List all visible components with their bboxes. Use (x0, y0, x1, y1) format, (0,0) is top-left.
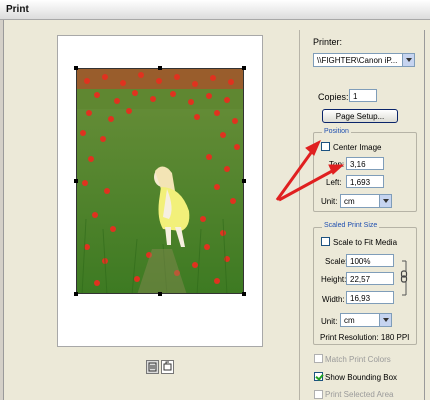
print-selected-area-checkbox[interactable] (314, 390, 323, 399)
position-unit-label: Unit: (321, 197, 338, 206)
copies-input[interactable]: 1 (349, 89, 377, 102)
window-right-border (424, 30, 425, 400)
resize-handle-bottom-left[interactable] (74, 292, 78, 296)
top-input[interactable]: 3,16 (346, 157, 384, 170)
match-print-colors-label: Match Print Colors (325, 355, 391, 364)
scale-to-fit-label: Scale to Fit Media (333, 238, 398, 247)
scaled-unit-value: cm (344, 316, 355, 325)
window-left-border (0, 20, 4, 400)
left-input[interactable]: 1,693 (346, 175, 384, 188)
resize-handle-bottom[interactable] (158, 292, 162, 296)
print-resolution-text: Print Resolution: 180 PPI (320, 333, 410, 342)
title-bar: Print (0, 0, 430, 20)
page-setup-button[interactable]: Page Setup... (322, 109, 398, 123)
panel-divider (299, 30, 300, 400)
printer-value: \\FIGHTER\Canon iP... (317, 56, 398, 65)
print-selected-area-label: Print Selected Area (325, 390, 394, 399)
resize-handle-left[interactable] (74, 179, 78, 183)
rotate-icon[interactable] (161, 360, 174, 374)
copies-label: Copies: (318, 92, 349, 102)
poppy-field-photo (77, 69, 243, 293)
show-bounding-box-checkbox[interactable] (314, 372, 323, 381)
scale-input[interactable]: 100% (346, 254, 394, 267)
dropdown-arrow-icon (379, 314, 391, 326)
center-image-checkbox[interactable] (321, 142, 330, 151)
resize-handle-right[interactable] (242, 179, 246, 183)
position-title: Position (322, 128, 351, 135)
printer-label: Printer: (313, 37, 343, 47)
top-label: Top: (329, 160, 345, 169)
resize-handle-top-right[interactable] (242, 66, 246, 70)
left-label: Left: (326, 178, 342, 187)
width-input[interactable]: 16,93 (346, 291, 394, 304)
preview-orientation-buttons (146, 360, 176, 376)
resize-handle-top-left[interactable] (74, 66, 78, 70)
height-input[interactable]: 22,57 (346, 272, 394, 285)
scale-label: Scale: (325, 257, 348, 266)
scaled-unit-select[interactable]: cm (340, 313, 392, 327)
preview-image[interactable] (76, 68, 244, 294)
position-unit-select[interactable]: cm (340, 194, 392, 208)
scaled-print-size-title: Scaled Print Size (322, 222, 380, 229)
dropdown-arrow-icon (379, 195, 391, 207)
chain-link-icon[interactable] (400, 259, 408, 297)
resize-handle-bottom-right[interactable] (242, 292, 246, 296)
window-title: Print (6, 4, 29, 15)
resize-handle-top[interactable] (158, 66, 162, 70)
dropdown-arrow-icon (402, 54, 414, 66)
printer-select[interactable]: \\FIGHTER\Canon iP... (313, 53, 415, 67)
scale-to-fit-checkbox[interactable] (321, 237, 330, 246)
show-bounding-box-label: Show Bounding Box (325, 373, 398, 382)
match-print-colors-checkbox[interactable] (314, 354, 323, 363)
height-label: Height: (321, 275, 347, 284)
position-unit-value: cm (344, 197, 355, 206)
printer-layout-icon[interactable] (146, 360, 159, 374)
scaled-unit-label: Unit: (321, 317, 338, 326)
center-image-label: Center Image (333, 143, 382, 152)
width-label: Width: (322, 295, 345, 304)
